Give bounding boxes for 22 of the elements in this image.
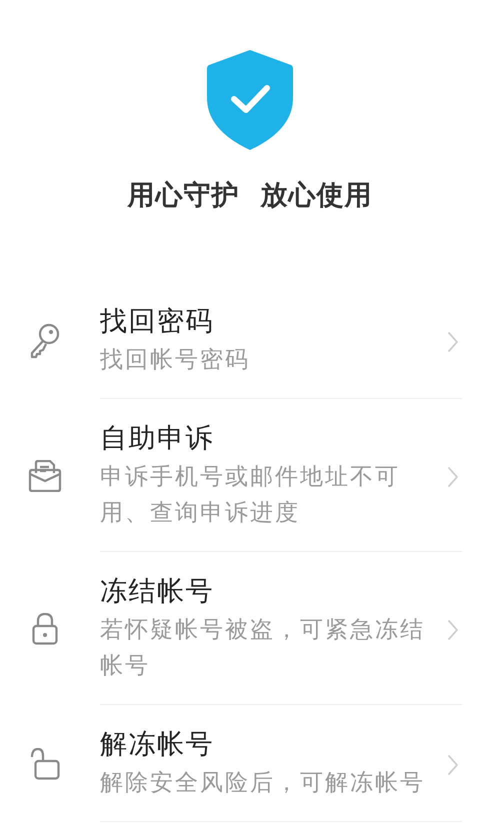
lock-icon bbox=[32, 612, 58, 644]
chevron-right-icon bbox=[448, 466, 458, 486]
item-title: 冻结帐号 bbox=[100, 575, 215, 609]
chevron-right-icon bbox=[448, 332, 458, 352]
item-description: 解除安全风险后，可解冻帐号 bbox=[100, 769, 426, 798]
item-description: 找回帐号密码 bbox=[100, 346, 251, 375]
item-description: 申诉手机号或邮件地址不可用、查询申诉进度 bbox=[100, 463, 401, 528]
chevron-right-icon bbox=[448, 620, 458, 640]
menu-item[interactable]: 自助申诉 申诉手机号或邮件地址不可用、查询申诉进度 bbox=[0, 399, 500, 552]
menu-item[interactable]: 冻结帐号 若怀疑帐号被盗，可紧急冻结帐号 bbox=[0, 552, 500, 705]
item-title: 解冻帐号 bbox=[100, 728, 215, 762]
item-title: 找回密码 bbox=[100, 305, 215, 339]
unlock-icon bbox=[30, 748, 60, 780]
item-description: 若怀疑帐号被盗，可紧急冻结帐号 bbox=[100, 616, 426, 681]
tagline: 用心守护 放心使用 bbox=[128, 181, 372, 211]
menu-item[interactable]: 解冻帐号 解除安全风险后，可解冻帐号 bbox=[0, 705, 500, 822]
item-title: 自助申诉 bbox=[100, 422, 215, 456]
key-icon bbox=[29, 322, 61, 358]
shield-check-icon bbox=[207, 50, 293, 150]
chevron-right-icon bbox=[448, 754, 458, 774]
menu-item[interactable]: 找回密码 找回帐号密码 bbox=[0, 282, 500, 399]
mail-icon bbox=[28, 460, 62, 492]
